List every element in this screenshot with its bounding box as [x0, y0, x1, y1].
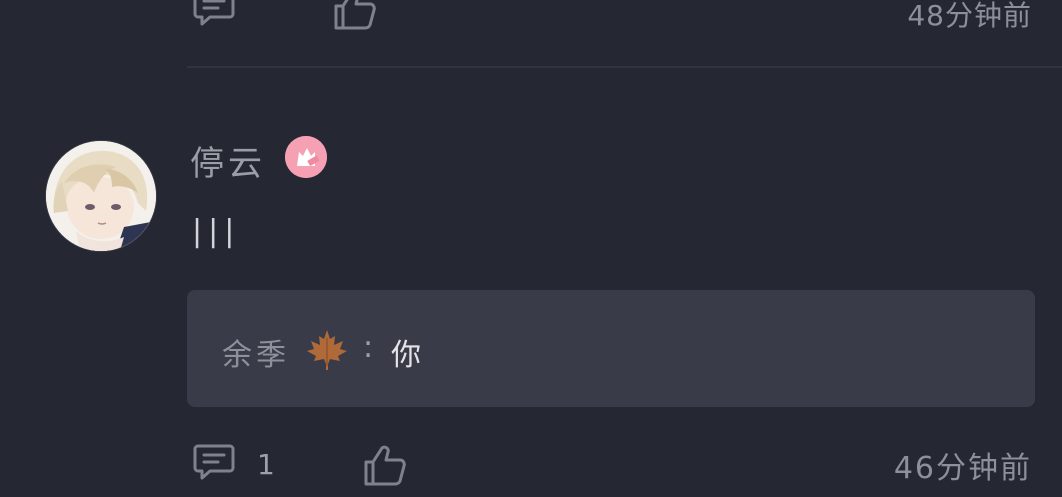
comment-icon[interactable]	[192, 442, 236, 486]
reply-text: 你	[391, 338, 421, 373]
comment-icon[interactable]	[192, 0, 236, 30]
year-badge-icon	[285, 136, 327, 178]
reply-author[interactable]: 余季	[222, 330, 290, 374]
comment-timestamp: 48分钟前	[907, 0, 1032, 32]
avatar[interactable]	[46, 141, 156, 251]
reply-preview[interactable]: 余季 : 你	[187, 290, 1035, 407]
thumbs-up-icon[interactable]	[362, 442, 408, 488]
reply-count: 1	[257, 448, 275, 481]
comment-text: |||	[192, 214, 241, 249]
comment-timestamp: 46分钟前	[893, 451, 1032, 486]
maple-leaf-icon	[305, 328, 349, 376]
username[interactable]: 停云	[190, 136, 266, 185]
thumbs-up-icon[interactable]	[332, 0, 378, 32]
divider	[187, 66, 1062, 68]
reply-separator: :	[363, 330, 374, 365]
